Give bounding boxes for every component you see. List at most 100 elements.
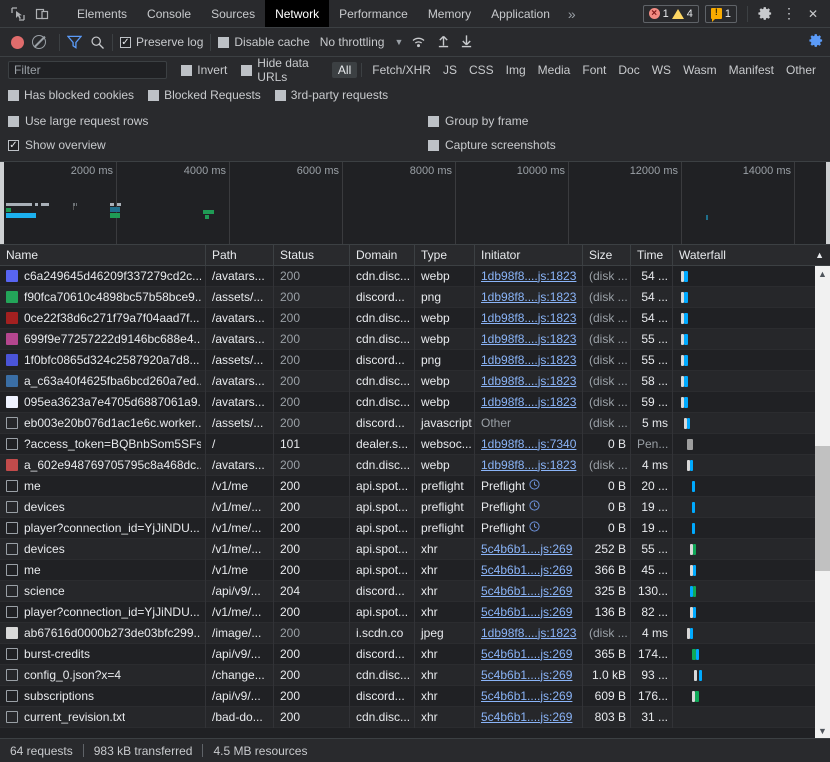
blocked-requests-checkbox[interactable]: Blocked Requests bbox=[148, 88, 261, 102]
invert-checkbox[interactable]: Invert bbox=[181, 63, 227, 77]
scrollbar-track[interactable] bbox=[815, 281, 830, 723]
preserve-log-checkbox[interactable]: Preserve log bbox=[120, 35, 203, 49]
type-filter-doc[interactable]: Doc bbox=[612, 62, 645, 78]
column-header-time[interactable]: Time bbox=[631, 245, 673, 266]
initiator-label[interactable]: 5c4b6b1....js:269 bbox=[481, 707, 572, 728]
type-filter-img[interactable]: Img bbox=[500, 62, 532, 78]
table-row[interactable]: ?access_token=BQBnbSom5SFs.../101dealer.… bbox=[0, 434, 830, 455]
initiator-label[interactable]: 1db98f8....js:1823 bbox=[481, 329, 576, 350]
table-row[interactable]: science/api/v9/...204discord...xhr5c4b6b… bbox=[0, 581, 830, 602]
table-row[interactable]: devices/v1/me/...200api.spot...preflight… bbox=[0, 497, 830, 518]
type-filter-fetch-xhr[interactable]: Fetch/XHR bbox=[366, 62, 437, 78]
chevron-down-icon[interactable]: ▼ bbox=[394, 37, 403, 47]
type-filter-font[interactable]: Font bbox=[576, 62, 612, 78]
initiator-label[interactable]: 1db98f8....js:1823 bbox=[481, 266, 576, 287]
disable-cache-checkbox[interactable]: Disable cache bbox=[218, 35, 309, 49]
table-row[interactable]: 699f9e77257222d9146bc688e4.../avatars...… bbox=[0, 329, 830, 350]
issues-counter[interactable]: 1 bbox=[705, 5, 737, 23]
has-blocked-cookies-checkbox[interactable]: Has blocked cookies bbox=[8, 88, 134, 102]
type-filter-other[interactable]: Other bbox=[780, 62, 822, 78]
initiator-label[interactable]: 5c4b6b1....js:269 bbox=[481, 560, 572, 581]
initiator-label[interactable]: 5c4b6b1....js:269 bbox=[481, 665, 572, 686]
table-row[interactable]: 0ce22f38d6c271f79a7f04aad7f.../avatars..… bbox=[0, 308, 830, 329]
show-overview-checkbox[interactable]: Show overview bbox=[8, 138, 428, 152]
group-by-frame-checkbox[interactable]: Group by frame bbox=[428, 114, 528, 128]
more-tabs-button[interactable]: » bbox=[560, 0, 584, 27]
initiator-label[interactable]: 1db98f8....js:1823 bbox=[481, 350, 576, 371]
table-row[interactable]: ab67616d0000b273de03bfc299.../image/...2… bbox=[0, 623, 830, 644]
type-filter-js[interactable]: JS bbox=[437, 62, 463, 78]
console-counters[interactable]: 1 4 bbox=[643, 5, 699, 23]
device-toolbar-icon[interactable] bbox=[30, 1, 54, 27]
inspect-element-icon[interactable] bbox=[6, 1, 30, 27]
table-vertical-scrollbar[interactable]: ▲ ▼ bbox=[815, 266, 830, 738]
table-row[interactable]: c6a249645d46209f337279cd2c.../avatars...… bbox=[0, 266, 830, 287]
table-row[interactable]: eb003e20b076d1ac1e6c.worker.../assets/..… bbox=[0, 413, 830, 434]
scrollbar-thumb[interactable] bbox=[815, 446, 830, 571]
table-row[interactable]: subscriptions/api/v9/...200discord...xhr… bbox=[0, 686, 830, 707]
filter-icon[interactable] bbox=[67, 35, 82, 49]
type-filter-css[interactable]: CSS bbox=[463, 62, 500, 78]
clear-button[interactable] bbox=[32, 35, 46, 49]
tab-elements[interactable]: Elements bbox=[67, 0, 137, 27]
network-settings-gear-icon[interactable] bbox=[809, 33, 824, 51]
hide-data-urls-checkbox[interactable]: Hide data URLs bbox=[241, 56, 322, 84]
scroll-down-arrow-icon[interactable]: ▼ bbox=[815, 723, 830, 738]
scroll-up-arrow-icon[interactable]: ▲ bbox=[815, 266, 830, 281]
import-har-icon[interactable] bbox=[437, 34, 450, 51]
column-header-initiator[interactable]: Initiator bbox=[475, 245, 583, 266]
tab-network[interactable]: Network bbox=[265, 0, 329, 27]
filter-input[interactable]: Filter bbox=[8, 61, 167, 79]
network-overview[interactable]: 2000 ms 4000 ms 6000 ms 8000 ms 10000 ms… bbox=[0, 162, 830, 245]
type-filter-manifest[interactable]: Manifest bbox=[723, 62, 780, 78]
devtools-settings-icon[interactable] bbox=[754, 3, 776, 25]
table-row[interactable]: f90fca70610c4898bc57b58bce9.../assets/..… bbox=[0, 287, 830, 308]
more-options-icon[interactable]: ⋮ bbox=[778, 3, 800, 25]
initiator-label[interactable]: 1db98f8....js:1823 bbox=[481, 287, 576, 308]
column-header-type[interactable]: Type bbox=[415, 245, 475, 266]
initiator-label[interactable]: 5c4b6b1....js:269 bbox=[481, 539, 572, 560]
initiator-label[interactable]: 1db98f8....js:1823 bbox=[481, 623, 576, 644]
type-filter-media[interactable]: Media bbox=[532, 62, 577, 78]
table-row[interactable]: player?connection_id=YjJiNDU.../v1/me/..… bbox=[0, 602, 830, 623]
table-row[interactable]: burst-credits/api/v9/...200discord...xhr… bbox=[0, 644, 830, 665]
table-row[interactable]: 095ea3623a7e4705d6887061a9.../avatars...… bbox=[0, 392, 830, 413]
column-header-waterfall[interactable]: Waterfall ▲ bbox=[673, 245, 830, 266]
table-row[interactable]: config_0.json?x=4/change...200cdn.disc..… bbox=[0, 665, 830, 686]
initiator-label[interactable]: 5c4b6b1....js:269 bbox=[481, 644, 572, 665]
record-button[interactable] bbox=[11, 36, 24, 49]
close-icon[interactable]: ✕ bbox=[802, 3, 824, 25]
export-har-icon[interactable] bbox=[460, 34, 473, 51]
column-header-size[interactable]: Size bbox=[583, 245, 631, 266]
column-header-status[interactable]: Status bbox=[274, 245, 350, 266]
initiator-label[interactable]: 5c4b6b1....js:269 bbox=[481, 602, 572, 623]
table-row[interactable]: me/v1/me200api.spot...xhr5c4b6b1....js:2… bbox=[0, 560, 830, 581]
initiator-label[interactable]: 1db98f8....js:7340 bbox=[481, 434, 576, 455]
throttling-select[interactable]: No throttling bbox=[320, 35, 385, 49]
initiator-label[interactable]: 5c4b6b1....js:269 bbox=[481, 686, 572, 707]
column-header-name[interactable]: Name bbox=[0, 245, 206, 266]
type-filter-all[interactable]: All bbox=[332, 62, 357, 78]
table-row[interactable]: a_602e948769705795c8a468dc.../avatars...… bbox=[0, 455, 830, 476]
table-row[interactable]: me/v1/me200api.spot...preflightPreflight… bbox=[0, 476, 830, 497]
initiator-label[interactable]: 1db98f8....js:1823 bbox=[481, 392, 576, 413]
type-filter-wasm[interactable]: Wasm bbox=[677, 62, 723, 78]
tab-performance[interactable]: Performance bbox=[329, 0, 418, 27]
initiator-label[interactable]: 1db98f8....js:1823 bbox=[481, 455, 576, 476]
network-conditions-icon[interactable] bbox=[411, 34, 427, 51]
column-header-path[interactable]: Path bbox=[206, 245, 274, 266]
initiator-label[interactable]: 5c4b6b1....js:269 bbox=[481, 581, 572, 602]
table-row[interactable]: devices/v1/me/...200api.spot...xhr5c4b6b… bbox=[0, 539, 830, 560]
search-icon[interactable] bbox=[90, 35, 105, 50]
table-row[interactable]: 1f0bfc0865d324c2587920a7d8.../assets/...… bbox=[0, 350, 830, 371]
initiator-label[interactable]: 1db98f8....js:1823 bbox=[481, 371, 576, 392]
table-row[interactable]: a_c63a40f4625fba6bcd260a7ed.../avatars..… bbox=[0, 371, 830, 392]
tab-sources[interactable]: Sources bbox=[201, 0, 265, 27]
third-party-requests-checkbox[interactable]: 3rd-party requests bbox=[275, 88, 388, 102]
tab-application[interactable]: Application bbox=[481, 0, 560, 27]
column-header-domain[interactable]: Domain bbox=[350, 245, 415, 266]
table-row[interactable]: current_revision.txt/bad-do...200cdn.dis… bbox=[0, 707, 830, 728]
capture-screenshots-checkbox[interactable]: Capture screenshots bbox=[428, 138, 556, 152]
tab-memory[interactable]: Memory bbox=[418, 0, 481, 27]
table-row[interactable]: player?connection_id=YjJiNDU.../v1/me/..… bbox=[0, 518, 830, 539]
